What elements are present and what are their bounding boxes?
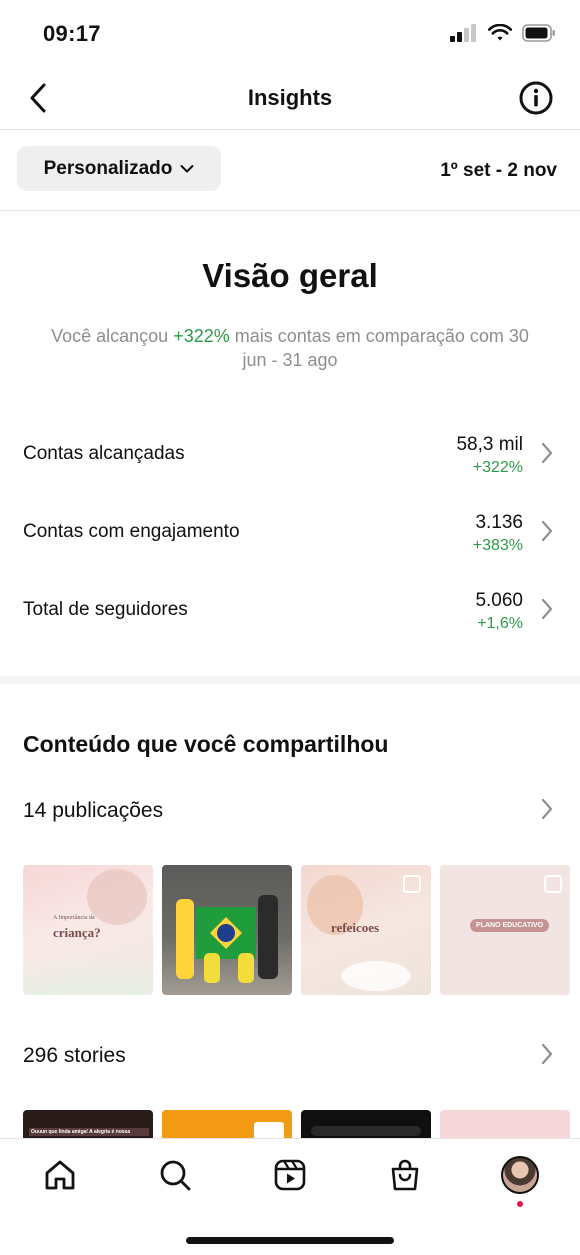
wifi-icon xyxy=(488,24,512,41)
home-indicator xyxy=(186,1237,394,1244)
period-label: Personalizado xyxy=(43,157,173,179)
metric-change: +383% xyxy=(472,537,523,554)
filter-row: Personalizado 1º set - 2 nov xyxy=(0,130,580,211)
story-thumbnail[interactable] xyxy=(301,1110,431,1140)
info-button[interactable] xyxy=(518,80,554,116)
metric-row-reached[interactable]: Contas alcançadas 58,3 mil +322% xyxy=(0,434,580,494)
chevron-right-icon xyxy=(541,1043,553,1065)
story-thumbnail[interactable] xyxy=(162,1110,292,1140)
tab-search[interactable] xyxy=(153,1153,197,1197)
posts-thumbnails: A Importância da criança? refeicoes PLAN… xyxy=(23,865,580,995)
stories-count-label: 296 stories xyxy=(23,1044,126,1067)
shopping-bag-icon xyxy=(391,1159,419,1191)
tab-reels[interactable] xyxy=(268,1153,312,1197)
metric-label: Total de seguidores xyxy=(23,599,188,620)
person-photo xyxy=(258,895,278,979)
avatar xyxy=(501,1156,539,1194)
tab-profile[interactable] xyxy=(498,1153,542,1207)
metric-change: +322% xyxy=(472,459,523,476)
story-text: Ouuun que linda amiga! A alegria é nossa xyxy=(29,1128,149,1136)
posts-row[interactable]: 14 publicações xyxy=(0,791,580,831)
thumb-text: refeicoes xyxy=(331,920,380,935)
metric-value: 3.136 xyxy=(475,512,523,533)
metric-value: 5.060 xyxy=(475,590,523,611)
info-icon xyxy=(519,81,553,115)
page-title: Insights xyxy=(247,85,333,110)
thumbnail-photo-area xyxy=(23,957,153,995)
chevron-right-icon xyxy=(541,798,553,820)
post-thumbnail[interactable]: A Importância da criança? xyxy=(23,865,153,995)
thumb-text: PLANO EDUCATIVO xyxy=(470,919,550,932)
home-icon xyxy=(45,1160,75,1190)
tab-home[interactable] xyxy=(38,1153,82,1197)
status-icons xyxy=(450,24,556,42)
metric-value: 58,3 mil xyxy=(456,434,523,455)
metric-change: +1,6% xyxy=(477,615,523,632)
story-thumbnail[interactable]: Ouuun que linda amiga! A alegria é nossa xyxy=(23,1110,153,1140)
date-range: 1º set - 2 nov xyxy=(440,160,557,181)
story-thumbnail[interactable] xyxy=(440,1110,570,1140)
flag-photo xyxy=(217,924,235,942)
header: Insights xyxy=(0,68,580,130)
overview-sub-highlight: +322% xyxy=(173,326,230,346)
thumb-text: A Importância da xyxy=(53,915,95,921)
reels-icon xyxy=(274,1159,306,1191)
chevron-right-icon xyxy=(541,598,553,620)
posts-count-label: 14 publicações xyxy=(23,799,164,822)
status-bar: 09:17 xyxy=(0,0,580,68)
person-photo xyxy=(176,899,194,979)
carousel-icon xyxy=(403,875,421,893)
chevron-right-icon xyxy=(541,520,553,542)
post-thumbnail[interactable] xyxy=(162,865,292,995)
cellular-signal-icon xyxy=(450,24,476,42)
overview-title: Visão geral xyxy=(202,257,378,294)
tab-shop[interactable] xyxy=(383,1153,427,1197)
battery-icon xyxy=(522,24,555,42)
section-divider xyxy=(0,676,580,684)
status-time: 09:17 xyxy=(43,21,101,46)
thumbnail-photo-area xyxy=(341,961,411,991)
notification-dot xyxy=(517,1201,523,1207)
bottom-tab-bar xyxy=(0,1138,580,1255)
metric-label: Contas com engajamento xyxy=(23,521,240,542)
overview-sub-prefix: Você alcançou xyxy=(51,326,174,346)
carousel-icon xyxy=(544,875,562,893)
thumbnail-photo-area xyxy=(87,869,147,925)
stories-row[interactable]: 296 stories xyxy=(0,1036,580,1076)
overview-subtitle: Você alcançou +322% mais contas em compa… xyxy=(40,324,540,372)
chevron-right-icon xyxy=(541,442,553,464)
content-section-title: Conteúdo que você compartilhou xyxy=(23,731,389,757)
metric-row-engaged[interactable]: Contas com engajamento 3.136 +383% xyxy=(0,512,580,572)
stories-thumbnails: Ouuun que linda amiga! A alegria é nossa xyxy=(23,1110,580,1140)
overview-sub-suffix: mais contas em comparação com 30 jun - 3… xyxy=(229,326,529,370)
search-icon xyxy=(160,1160,191,1191)
post-thumbnail[interactable]: refeicoes xyxy=(301,865,431,995)
period-dropdown[interactable]: Personalizado xyxy=(17,146,221,191)
thumb-text: criança? xyxy=(53,925,101,940)
person-photo xyxy=(238,953,254,983)
metric-row-followers[interactable]: Total de seguidores 5.060 +1,6% xyxy=(0,590,580,650)
post-thumbnail[interactable]: PLANO EDUCATIVO xyxy=(440,865,570,995)
person-photo xyxy=(204,953,220,983)
metric-label: Contas alcançadas xyxy=(23,443,185,464)
story-graphic xyxy=(311,1126,421,1136)
chevron-down-icon xyxy=(180,164,194,172)
